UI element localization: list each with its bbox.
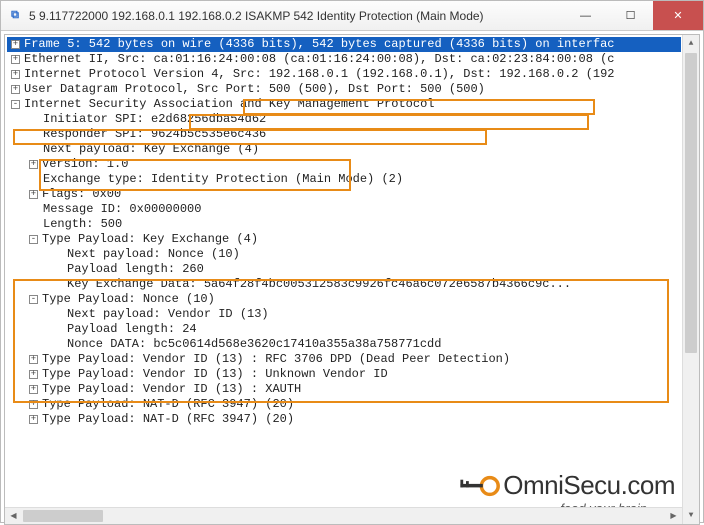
scroll-right-icon[interactable]: ▶ <box>665 508 682 524</box>
tree-row-initiator-spi[interactable]: Initiator SPI: e2d68256dba54d62 <box>7 112 681 127</box>
tree-row-message-id[interactable]: Message ID: 0x00000000 <box>7 202 681 217</box>
expand-icon[interactable]: + <box>29 160 38 169</box>
collapse-icon[interactable]: - <box>11 100 20 109</box>
tree-row-isakmp[interactable]: -Internet Security Association and Key M… <box>7 97 681 112</box>
tree-row-exchange-type[interactable]: Exchange type: Identity Protection (Main… <box>7 172 681 187</box>
tree-row-ke-length[interactable]: Payload length: 260 <box>7 262 681 277</box>
expand-icon[interactable]: + <box>29 355 38 364</box>
tree-row-nonce[interactable]: -Type Payload: Nonce (10) <box>7 292 681 307</box>
row-text: Type Payload: Key Exchange (4) <box>42 232 258 246</box>
row-text: Version: 1.0 <box>42 157 128 171</box>
row-text: Key Exchange Data: 5a64f28f4bc005312583c… <box>67 277 571 291</box>
expand-icon[interactable]: + <box>29 400 38 409</box>
row-text: Type Payload: Vendor ID (13) : Unknown V… <box>42 367 388 381</box>
row-text: Internet Protocol Version 4, Src: 192.16… <box>24 67 615 81</box>
row-text: Next payload: Key Exchange (4) <box>43 142 259 156</box>
row-text: Responder SPI: 9624b5c535e6c436 <box>43 127 266 141</box>
tree-row-vendor-id-dpd[interactable]: + Type Payload: Vendor ID (13) : RFC 3706… <box>7 352 681 367</box>
tree-row-ip[interactable]: + Internet Protocol Version 4, Src: 192.1… <box>7 67 681 82</box>
scroll-down-icon[interactable]: ▼ <box>683 507 699 524</box>
tree-row-natd-1[interactable]: + Type Payload: NAT-D (RFC 3947) (20) <box>7 397 681 412</box>
row-text: Payload length: 24 <box>67 322 197 336</box>
row-text: Nonce DATA: bc5c0614d568e3620c17410a355a… <box>67 337 441 351</box>
minimize-button[interactable]: — <box>563 1 608 30</box>
expand-icon[interactable]: + <box>29 385 38 394</box>
tree-row-flags[interactable]: + Flags: 0x00 <box>7 187 681 202</box>
close-button[interactable]: ✕ <box>653 1 703 30</box>
row-text: Payload length: 260 <box>67 262 204 276</box>
tree-row-ke-data[interactable]: Key Exchange Data: 5a64f28f4bc005312583c… <box>7 277 681 292</box>
window-title: 5 9.117722000 192.168.0.1 192.168.0.2 IS… <box>29 9 563 23</box>
window-buttons: — ☐ ✕ <box>563 1 703 30</box>
vertical-scrollbar[interactable]: ▲ ▼ <box>682 35 699 524</box>
tree-row-responder-spi[interactable]: Responder SPI: 9624b5c535e6c436 <box>7 127 681 142</box>
tree-row-length[interactable]: Length: 500 <box>7 217 681 232</box>
tree-row-ke-next[interactable]: Next payload: Nonce (10) <box>7 247 681 262</box>
key-icon <box>459 472 501 500</box>
row-text: Flags: 0x00 <box>42 187 121 201</box>
scroll-left-icon[interactable]: ◀ <box>5 508 22 524</box>
row-text: Next payload: Nonce (10) <box>67 247 240 261</box>
row-text: Type Payload: Vendor ID (13) : XAUTH <box>42 382 301 396</box>
tree-row-vendor-id-unknown[interactable]: + Type Payload: Vendor ID (13) : Unknown … <box>7 367 681 382</box>
row-text: Exchange type: Identity Protection (Main… <box>43 172 403 186</box>
expand-icon[interactable]: + <box>11 40 20 49</box>
tree-row-natd-2[interactable]: + Type Payload: NAT-D (RFC 3947) (20) <box>7 412 681 427</box>
tree-row-next-payload[interactable]: Next payload: Key Exchange (4) <box>7 142 681 157</box>
tree-row-nonce-next[interactable]: Next payload: Vendor ID (13) <box>7 307 681 322</box>
maximize-button[interactable]: ☐ <box>608 1 653 30</box>
row-text: Type Payload: NAT-D (RFC 3947) (20) <box>42 397 294 411</box>
horizontal-scrollbar[interactable]: ◀ ▶ <box>5 507 682 524</box>
scroll-thumb[interactable] <box>685 53 697 353</box>
expand-icon[interactable]: + <box>11 85 20 94</box>
expand-icon[interactable]: + <box>11 55 20 64</box>
packet-details-pane[interactable]: + Frame 5: 542 bytes on wire (4336 bits),… <box>4 34 700 525</box>
window-titlebar: ⧉ 5 9.117722000 192.168.0.1 192.168.0.2 … <box>1 1 703 31</box>
tree-row-ethernet[interactable]: + Ethernet II, Src: ca:01:16:24:00:08 (ca… <box>7 52 681 67</box>
row-text: Length: 500 <box>43 217 122 231</box>
row-text: Ethernet II, Src: ca:01:16:24:00:08 (ca:… <box>24 52 615 66</box>
tree-row-vendor-id-xauth[interactable]: + Type Payload: Vendor ID (13) : XAUTH <box>7 382 681 397</box>
row-text: Initiator SPI: e2d68256dba54d62 <box>43 112 266 126</box>
collapse-icon[interactable]: - <box>29 295 38 304</box>
row-text: Type Payload: Nonce (10) <box>42 292 215 306</box>
tree-row-udp[interactable]: + User Datagram Protocol, Src Port: 500 (… <box>7 82 681 97</box>
row-text: User Datagram Protocol, Src Port: 500 (5… <box>24 82 485 96</box>
row-text: Type Payload: NAT-D (RFC 3947) (20) <box>42 412 294 426</box>
brand-name: OmniSecu.com <box>503 470 675 501</box>
expand-icon[interactable]: + <box>29 190 38 199</box>
tree-row-version[interactable]: + Version: 1.0 <box>7 157 681 172</box>
scroll-up-icon[interactable]: ▲ <box>683 35 699 52</box>
collapse-icon[interactable]: - <box>29 235 38 244</box>
expand-icon[interactable]: + <box>29 415 38 424</box>
tree-lines: + Frame 5: 542 bytes on wire (4336 bits),… <box>7 37 699 447</box>
brand-text: OmniSecu.com <box>459 470 675 501</box>
expand-icon[interactable]: + <box>29 370 38 379</box>
row-text: Message ID: 0x00000000 <box>43 202 201 216</box>
expand-icon[interactable]: + <box>11 70 20 79</box>
tree-row-key-exchange[interactable]: -Type Payload: Key Exchange (4) <box>7 232 681 247</box>
row-text: Next payload: Vendor ID (13) <box>67 307 269 321</box>
tree-row-frame[interactable]: + Frame 5: 542 bytes on wire (4336 bits),… <box>7 37 681 52</box>
scroll-thumb[interactable] <box>23 510 103 522</box>
row-text: Internet Security Association and Key Ma… <box>24 97 434 111</box>
row-text: Frame 5: 542 bytes on wire (4336 bits), … <box>24 37 615 51</box>
tree-row-nonce-length[interactable]: Payload length: 24 <box>7 322 681 337</box>
app-icon: ⧉ <box>7 8 23 24</box>
row-text: Type Payload: Vendor ID (13) : RFC 3706 … <box>42 352 510 366</box>
tree-row-nonce-data[interactable]: Nonce DATA: bc5c0614d568e3620c17410a355a… <box>7 337 681 352</box>
